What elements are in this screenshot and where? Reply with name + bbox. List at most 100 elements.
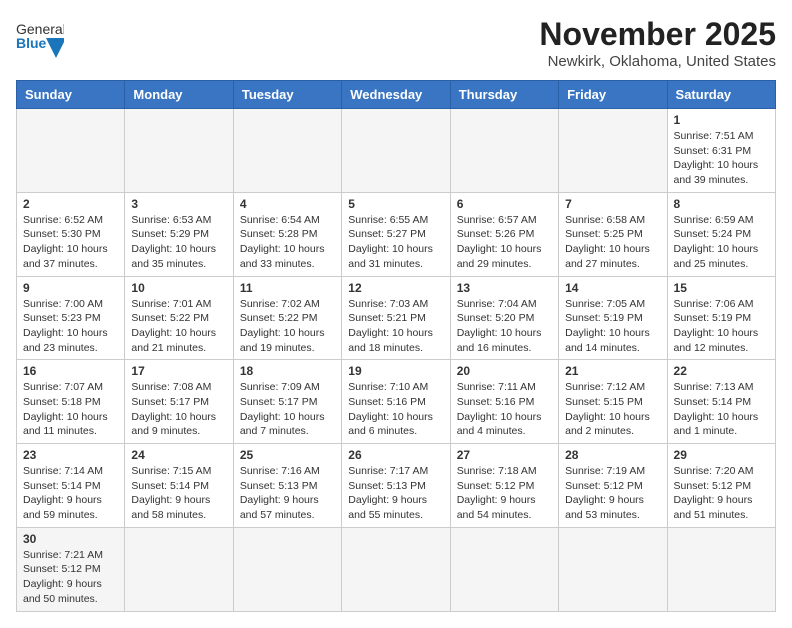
day-info: Sunrise: 7:05 AMSunset: 5:19 PMDaylight:… [565,297,660,356]
day-info: Sunrise: 7:15 AMSunset: 5:14 PMDaylight:… [131,464,226,523]
table-row: 2 Sunrise: 6:52 AMSunset: 5:30 PMDaylight… [17,192,125,276]
day-number: 9 [23,281,118,295]
calendar-week-4: 23 Sunrise: 7:14 AMSunset: 5:14 PMDayligh… [17,444,776,528]
table-row: 8Sunrise: 6:59 AMSunset: 5:24 PMDaylight… [667,192,775,276]
day-number: 12 [348,281,443,295]
table-row: 16 Sunrise: 7:07 AMSunset: 5:18 PMDayligh… [17,360,125,444]
svg-text:Blue: Blue [16,35,47,51]
day-info: Sunrise: 7:11 AMSunset: 5:16 PMDaylight:… [457,380,552,439]
table-row: 29 Sunrise: 7:20 AMSunset: 5:12 PMDayligh… [667,444,775,528]
day-number: 29 [674,448,769,462]
calendar-title: November 2025 [539,16,776,53]
day-number: 30 [23,532,118,546]
title-block: November 2025 Newkirk, Oklahoma, United … [539,16,776,70]
day-info: Sunrise: 7:13 AMSunset: 5:14 PMDaylight:… [674,380,769,439]
day-info: Sunrise: 7:51 AMSunset: 6:31 PMDaylight:… [674,129,769,188]
day-info: Sunrise: 7:00 AMSunset: 5:23 PMDaylight:… [23,297,118,356]
day-info: Sunrise: 7:14 AMSunset: 5:14 PMDaylight:… [23,464,118,523]
table-row [125,527,233,611]
day-number: 15 [674,281,769,295]
table-row: 18 Sunrise: 7:09 AMSunset: 5:17 PMDayligh… [233,360,341,444]
day-info: Sunrise: 7:03 AMSunset: 5:21 PMDaylight:… [348,297,443,356]
table-row: 12 Sunrise: 7:03 AMSunset: 5:21 PMDayligh… [342,276,450,360]
table-row: 30Sunrise: 7:21 AMSunset: 5:12 PMDayligh… [17,527,125,611]
day-number: 21 [565,364,660,378]
day-info: Sunrise: 7:10 AMSunset: 5:16 PMDaylight:… [348,380,443,439]
calendar-week-0: 1 Sunrise: 7:51 AMSunset: 6:31 PMDaylight… [17,109,776,193]
day-number: 1 [674,113,769,127]
day-number: 28 [565,448,660,462]
day-info: Sunrise: 7:18 AMSunset: 5:12 PMDaylight:… [457,464,552,523]
table-row: 9 Sunrise: 7:00 AMSunset: 5:23 PMDaylight… [17,276,125,360]
table-row: 28 Sunrise: 7:19 AMSunset: 5:12 PMDayligh… [559,444,667,528]
day-info: Sunrise: 6:53 AMSunset: 5:29 PMDaylight:… [131,213,226,272]
table-row [559,109,667,193]
day-number: 14 [565,281,660,295]
table-row: 3 Sunrise: 6:53 AMSunset: 5:29 PMDaylight… [125,192,233,276]
day-info: Sunrise: 7:06 AMSunset: 5:19 PMDaylight:… [674,297,769,356]
day-number: 10 [131,281,226,295]
header-row: Sunday Monday Tuesday Wednesday Thursday… [17,81,776,109]
calendar-week-1: 2 Sunrise: 6:52 AMSunset: 5:30 PMDaylight… [17,192,776,276]
day-number: 25 [240,448,335,462]
table-row: 20 Sunrise: 7:11 AMSunset: 5:16 PMDayligh… [450,360,558,444]
table-row: 23 Sunrise: 7:14 AMSunset: 5:14 PMDayligh… [17,444,125,528]
table-row: 15 Sunrise: 7:06 AMSunset: 5:19 PMDayligh… [667,276,775,360]
day-info: Sunrise: 7:09 AMSunset: 5:17 PMDaylight:… [240,380,335,439]
table-row [342,527,450,611]
day-info: Sunrise: 7:02 AMSunset: 5:22 PMDaylight:… [240,297,335,356]
table-row: 7Sunrise: 6:58 AMSunset: 5:25 PMDaylight… [559,192,667,276]
page-header: General Blue November 2025 Newkirk, Okla… [16,16,776,70]
day-info: Sunrise: 6:52 AMSunset: 5:30 PMDaylight:… [23,213,118,272]
day-number: 3 [131,197,226,211]
day-info: Sunrise: 6:54 AMSunset: 5:28 PMDaylight:… [240,213,335,272]
day-info: Sunrise: 6:57 AMSunset: 5:26 PMDaylight:… [457,213,552,272]
table-row: 26Sunrise: 7:17 AMSunset: 5:13 PMDayligh… [342,444,450,528]
col-saturday: Saturday [667,81,775,109]
col-thursday: Thursday [450,81,558,109]
day-info: Sunrise: 7:16 AMSunset: 5:13 PMDaylight:… [240,464,335,523]
day-info: Sunrise: 7:17 AMSunset: 5:13 PMDaylight:… [348,464,443,523]
day-info: Sunrise: 7:12 AMSunset: 5:15 PMDaylight:… [565,380,660,439]
table-row: 11 Sunrise: 7:02 AMSunset: 5:22 PMDayligh… [233,276,341,360]
day-number: 23 [23,448,118,462]
day-info: Sunrise: 6:59 AMSunset: 5:24 PMDaylight:… [674,213,769,272]
table-row: 6 Sunrise: 6:57 AMSunset: 5:26 PMDaylight… [450,192,558,276]
day-number: 6 [457,197,552,211]
day-number: 2 [23,197,118,211]
day-number: 11 [240,281,335,295]
day-number: 24 [131,448,226,462]
day-number: 18 [240,364,335,378]
day-info: Sunrise: 7:07 AMSunset: 5:18 PMDaylight:… [23,380,118,439]
day-number: 22 [674,364,769,378]
table-row: 5 Sunrise: 6:55 AMSunset: 5:27 PMDaylight… [342,192,450,276]
day-number: 13 [457,281,552,295]
table-row [17,109,125,193]
table-row: 21 Sunrise: 7:12 AMSunset: 5:15 PMDayligh… [559,360,667,444]
table-row: 25 Sunrise: 7:16 AMSunset: 5:13 PMDayligh… [233,444,341,528]
calendar-week-3: 16 Sunrise: 7:07 AMSunset: 5:18 PMDayligh… [17,360,776,444]
table-row [125,109,233,193]
table-row: 22 Sunrise: 7:13 AMSunset: 5:14 PMDayligh… [667,360,775,444]
table-row [559,527,667,611]
day-info: Sunrise: 7:04 AMSunset: 5:20 PMDaylight:… [457,297,552,356]
day-info: Sunrise: 7:08 AMSunset: 5:17 PMDaylight:… [131,380,226,439]
day-number: 20 [457,364,552,378]
day-number: 19 [348,364,443,378]
col-wednesday: Wednesday [342,81,450,109]
table-row [233,527,341,611]
day-number: 17 [131,364,226,378]
day-info: Sunrise: 7:19 AMSunset: 5:12 PMDaylight:… [565,464,660,523]
day-info: Sunrise: 7:20 AMSunset: 5:12 PMDaylight:… [674,464,769,523]
calendar-week-2: 9 Sunrise: 7:00 AMSunset: 5:23 PMDaylight… [17,276,776,360]
table-row: 27Sunrise: 7:18 AMSunset: 5:12 PMDayligh… [450,444,558,528]
table-row: 13 Sunrise: 7:04 AMSunset: 5:20 PMDayligh… [450,276,558,360]
table-row: 24 Sunrise: 7:15 AMSunset: 5:14 PMDayligh… [125,444,233,528]
col-sunday: Sunday [17,81,125,109]
day-info: Sunrise: 6:55 AMSunset: 5:27 PMDaylight:… [348,213,443,272]
day-number: 16 [23,364,118,378]
table-row [342,109,450,193]
calendar-week-5: 30Sunrise: 7:21 AMSunset: 5:12 PMDayligh… [17,527,776,611]
day-number: 5 [348,197,443,211]
col-friday: Friday [559,81,667,109]
